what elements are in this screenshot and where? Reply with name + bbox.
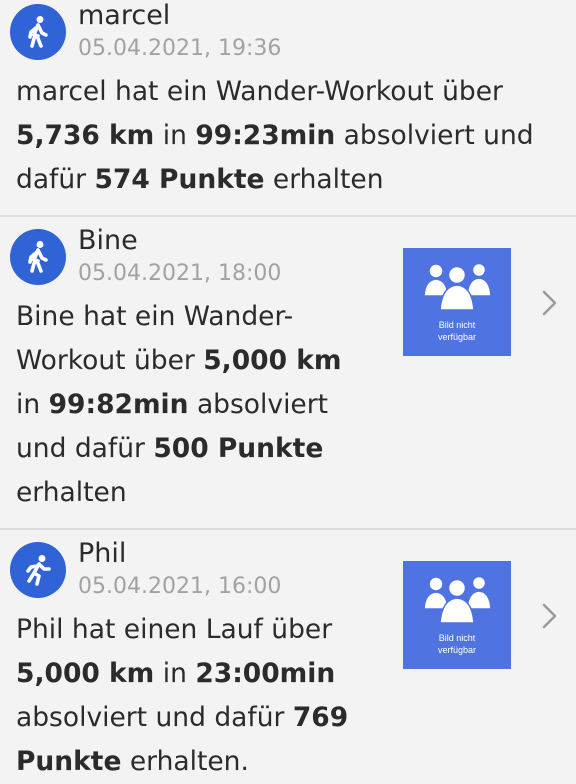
chevron-right-icon[interactable] — [540, 601, 560, 631]
avatar[interactable] — [10, 229, 66, 285]
activity-text: Bine hat ein Wander- Workout über 5,000 … — [16, 295, 386, 515]
run-icon — [26, 555, 51, 586]
text-fragment: Bine hat ein Wander- — [16, 301, 294, 332]
group-placeholder-icon — [423, 575, 492, 624]
text-fragment: erhalten. — [121, 746, 249, 777]
text-fragment: dafür — [16, 164, 95, 195]
distance-value: 5,000 km — [203, 345, 342, 376]
user-name: Phil — [78, 538, 127, 569]
group-placeholder-icon — [423, 262, 492, 311]
text-fragment: erhalten — [264, 164, 384, 195]
activity-text: marcel hat ein Wander-Workout über 5,736… — [16, 70, 564, 202]
walk-icon — [28, 16, 48, 48]
text-fragment: absolviert und dafür — [16, 702, 293, 733]
caption-line: verfügbar — [437, 332, 477, 342]
text-fragment: absolviert — [188, 389, 329, 420]
duration-value: 99:82min — [48, 389, 189, 420]
text-fragment: Workout über — [16, 345, 204, 376]
caption-line: Bild nicht — [438, 633, 476, 643]
text-fragment: Phil hat einen Lauf über — [16, 614, 333, 645]
user-name: marcel — [78, 0, 171, 31]
text-fragment: absolviert und — [335, 120, 534, 151]
feed-item-bine[interactable]: Bine 05.04.2021, 18:00 Bine hat ein Wand… — [0, 217, 576, 530]
text-fragment: in — [16, 389, 49, 420]
text-fragment: in — [154, 658, 196, 689]
points-value: 500 Punkte — [153, 433, 324, 464]
avatar[interactable] — [10, 542, 66, 598]
avatar[interactable] — [10, 4, 66, 60]
walk-icon — [28, 241, 48, 273]
image-unavailable-text: Bild nicht verfügbar — [403, 319, 511, 343]
text-fragment: in — [154, 120, 196, 151]
points-value: 574 Punkte — [94, 164, 265, 195]
chevron-right-icon[interactable] — [540, 288, 560, 318]
points-label: Punkte — [16, 746, 122, 777]
timestamp: 05.04.2021, 16:00 — [78, 574, 282, 599]
activity-image-placeholder[interactable]: Bild nicht verfügbar — [403, 561, 511, 669]
activity-feed: marcel 05.04.2021, 19:36 marcel hat ein … — [0, 0, 576, 781]
distance-value: 5,736 km — [16, 120, 155, 151]
timestamp: 05.04.2021, 18:00 — [78, 261, 282, 286]
activity-image-placeholder[interactable]: Bild nicht verfügbar — [403, 248, 511, 356]
duration-value: 23:00min — [195, 658, 336, 689]
activity-text: Phil hat einen Lauf über 5,000 km in 23:… — [16, 608, 396, 784]
caption-line: Bild nicht — [438, 320, 476, 330]
text-fragment: erhalten — [16, 477, 127, 508]
user-name: Bine — [78, 225, 138, 256]
feed-item-phil[interactable]: Phil 05.04.2021, 16:00 Phil hat einen La… — [0, 530, 576, 781]
points-value: 769 — [292, 702, 349, 733]
text-fragment: marcel hat ein Wander-Workout über — [16, 76, 503, 107]
image-unavailable-text: Bild nicht verfügbar — [403, 632, 511, 656]
caption-line: verfügbar — [437, 645, 477, 655]
timestamp: 05.04.2021, 19:36 — [78, 36, 282, 61]
duration-value: 99:23min — [195, 120, 336, 151]
text-fragment: und dafür — [16, 433, 154, 464]
feed-item-marcel[interactable]: marcel 05.04.2021, 19:36 marcel hat ein … — [0, 0, 576, 217]
distance-value: 5,000 km — [16, 658, 155, 689]
